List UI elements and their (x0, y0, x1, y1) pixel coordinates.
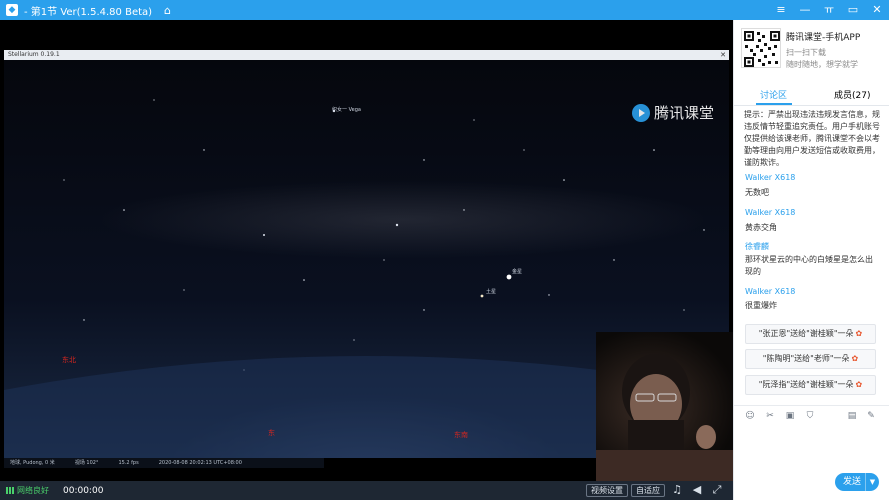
gift-notification: "张正恩"送给"谢桂颖"一朵 ✿ (745, 324, 876, 344)
stellarium-status-bar: 地球, Pudong, 0 米 视场 102° 15.2 fps 2020-08… (4, 458, 324, 468)
send-button[interactable]: 发送 ▼ (835, 473, 879, 491)
message-text: 黄赤交角 (745, 223, 777, 232)
message-text: 很重爆炸 (745, 301, 777, 310)
panel-tabs: 讨论区 成员(27) (734, 82, 889, 106)
emoji-icon[interactable]: ☺ (744, 410, 756, 422)
card-icon[interactable]: ▤ (846, 410, 858, 422)
fullscreen-icon[interactable]: ⤢ (710, 483, 724, 497)
vega-label: 织女一 Vega (332, 107, 361, 113)
message-text: 无数吧 (745, 188, 769, 197)
tab-discussion[interactable]: 讨论区 (760, 88, 787, 101)
teacher-video-frame (596, 354, 733, 481)
venus-label: 金星 (512, 269, 523, 275)
microphone-icon[interactable]: ♫ (670, 483, 684, 497)
active-tab-indicator (756, 103, 792, 105)
menu-icon[interactable]: ≡ (769, 0, 793, 20)
tab-members[interactable]: 成员(27) (834, 88, 870, 101)
flower-icon: ✿ (855, 380, 863, 389)
gift-notification: "陈陶明"送给"老师"一朵 ✿ (745, 349, 876, 369)
pin-icon[interactable]: ㅠ (817, 0, 841, 20)
direction-northeast: 东北 (62, 356, 76, 364)
flower-icon: ✿ (855, 329, 863, 338)
app-logo-icon: ◆ (6, 4, 18, 16)
minimize-icon[interactable]: — (793, 0, 817, 20)
speaker-icon[interactable]: ◀ (690, 483, 704, 497)
shield-icon[interactable]: ⛉ (804, 410, 816, 422)
shared-screen[interactable]: Stellarium 0.19.1 ✕ 腾讯课堂 织女一 Vega 金星 土星 … (0, 20, 733, 481)
scan-download-text: 扫一扫下载 (786, 48, 826, 57)
window-controls: ≡ — ㅠ ▭ ✕ (769, 0, 889, 20)
message-sender[interactable]: Walker X618 (745, 208, 795, 217)
class-timer: 00:00:00 (63, 485, 104, 496)
play-logo-icon (632, 103, 650, 122)
fps-text: 15.2 fps (118, 460, 139, 466)
fov-text: 视场 102° (74, 460, 99, 466)
qr-code-image (744, 31, 780, 67)
qr-code (741, 28, 781, 68)
flower-icon: ✿ (851, 354, 859, 363)
window-title: - 第1节 Ver(1.5.4.80 Beta) (24, 6, 153, 18)
mobile-app-title: 腾讯课堂-手机APP (786, 33, 861, 43)
chat-toolbar: ☺ ✂ ▣ ⛉ ▤ ✎ (734, 405, 889, 425)
slogan-text: 随时随地，想学就学 (786, 60, 858, 69)
stellarium-titlebar: Stellarium 0.19.1 ✕ (4, 50, 729, 60)
signal-icon (6, 487, 14, 494)
location-text: 地球, Pudong, 0 米 (10, 460, 55, 466)
title-bar: ◆ - 第1节 Ver(1.5.4.80 Beta) ⌂ ≡ — ㅠ ▭ ✕ (0, 0, 889, 20)
tencent-classroom-watermark: 腾讯课堂 (632, 102, 714, 123)
chat-notice: 提示：严禁出现违法违规发言信息，规违反情节轻重追究责任。用户手机账号仅提供给该课… (744, 110, 880, 167)
message-sender[interactable]: 徐睿麟 (745, 241, 769, 252)
message-sender[interactable]: Walker X618 (745, 287, 795, 296)
network-status: 网络良好 (6, 485, 49, 496)
stellarium-close-icon: ✕ (720, 51, 726, 59)
chevron-down-icon[interactable]: ▼ (865, 473, 879, 491)
maximize-icon[interactable]: ▭ (841, 0, 865, 20)
image-icon[interactable]: ▣ (784, 410, 796, 422)
saturn-label: 土星 (486, 289, 497, 295)
gift-notification: "阮泽指"送给"谢桂颖"一朵 ✿ (745, 375, 876, 395)
direction-east: 东 (268, 429, 275, 437)
stellarium-title: Stellarium 0.19.1 (8, 51, 60, 58)
direction-southeast: 东南 (454, 431, 468, 439)
message-text: 那环状星云的中心的白矮星是怎么出现的 (745, 255, 873, 276)
video-settings-button[interactable]: 视频设置 (586, 484, 628, 497)
message-sender[interactable]: Walker X618 (745, 173, 795, 182)
close-icon[interactable]: ✕ (865, 0, 889, 20)
bottom-control-bar: 网络良好 00:00:00 视频设置 自适应 ♫ ◀ ⤢ (0, 481, 733, 500)
home-icon[interactable]: ⌂ (164, 4, 171, 17)
scissors-icon[interactable]: ✂ (764, 410, 776, 422)
fit-screen-button[interactable]: 自适应 (631, 484, 665, 497)
datetime-text: 2020-08-08 20:02:13 UTC+08:00 (158, 460, 242, 466)
feedback-icon[interactable]: ✎ (865, 410, 877, 422)
teacher-webcam (596, 332, 733, 481)
side-panel: 腾讯课堂-手机APP 扫一扫下载 随时随地，想学就学 讨论区 成员(27) 提示… (733, 20, 889, 500)
